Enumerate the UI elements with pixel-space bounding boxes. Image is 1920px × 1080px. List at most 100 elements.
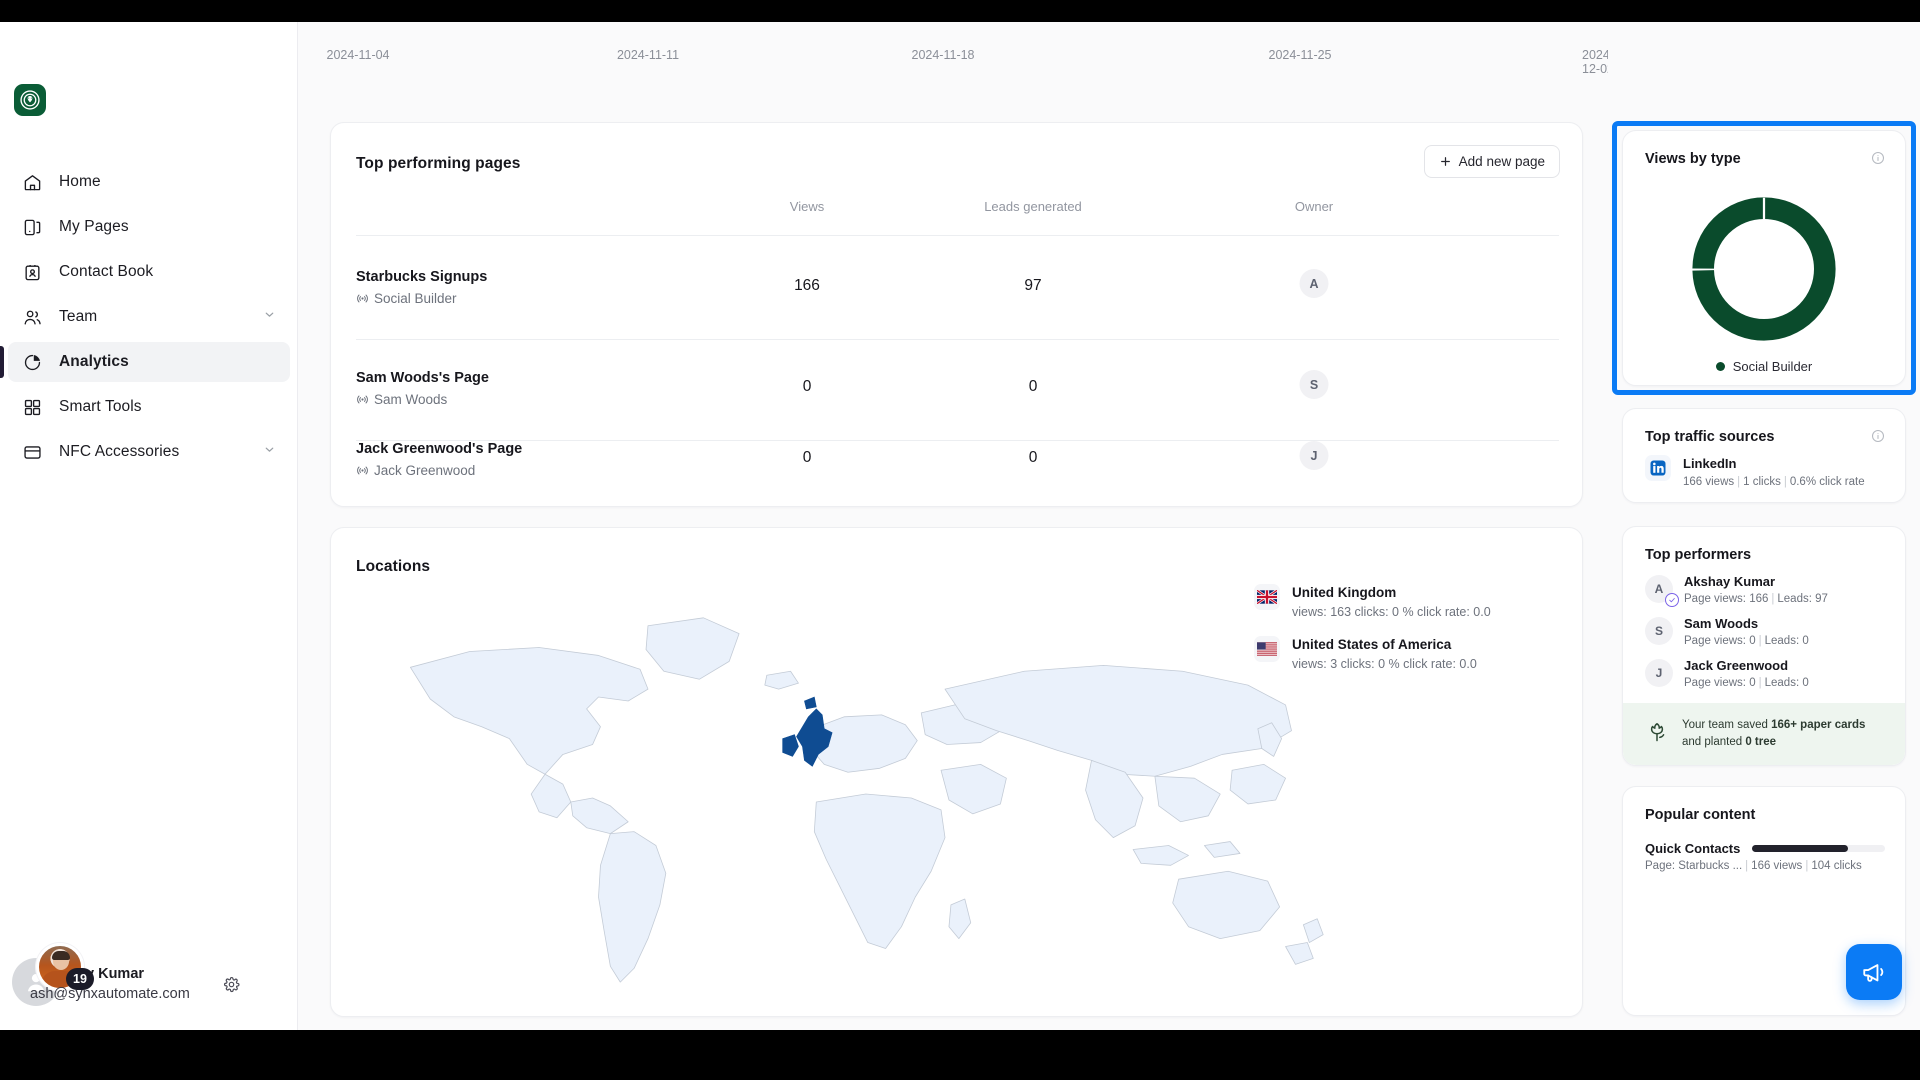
info-icon[interactable] xyxy=(1871,429,1885,448)
user-profile-block[interactable]: 19 y Kumar ash@synxautomate.com xyxy=(0,940,298,1018)
axis-tick-label: 2024-12-02 xyxy=(1582,48,1608,76)
performer-name: Akshay Kumar xyxy=(1684,574,1776,589)
world-map[interactable] xyxy=(351,588,1341,1008)
table-divider xyxy=(356,235,1559,236)
locations-card: Locations United Kingdom views: 163 clic… xyxy=(330,527,1583,1017)
views-value: 166 xyxy=(794,277,820,294)
world-map-svg xyxy=(410,617,1324,983)
grid-icon xyxy=(22,397,42,417)
table-row[interactable]: Starbucks Signups Social Builder 166 97 … xyxy=(331,253,1582,339)
add-new-page-button[interactable]: Add new page xyxy=(1423,145,1560,178)
eco-impact-text: Your team saved 166+ paper cards and pla… xyxy=(1682,718,1866,748)
page-name: Jack Greenwood's Page xyxy=(356,441,523,457)
sidebar-item-smart-tools[interactable]: Smart Tools xyxy=(8,387,290,427)
user-name: y Kumar xyxy=(86,966,145,982)
top-performers-title: Top performers xyxy=(1645,547,1752,563)
verified-badge-icon xyxy=(1665,593,1679,607)
gear-icon[interactable] xyxy=(223,976,240,998)
list-item[interactable]: LinkedIn 166 views | 1 clicks | 0.6% click r… xyxy=(1645,455,1865,488)
broadcast-icon xyxy=(357,395,368,404)
top-performers-card: Top performers A Akshay Kumar Page views… xyxy=(1622,526,1906,766)
page-owner-line: Social Builder xyxy=(356,291,457,306)
avatar: S xyxy=(1645,617,1673,645)
performer-name: Jack Greenwood xyxy=(1684,658,1789,673)
donut-chart[interactable] xyxy=(1684,189,1844,349)
info-icon[interactable] xyxy=(1871,151,1885,170)
owner-avatar[interactable]: J xyxy=(1299,441,1329,470)
progress-bar-fill xyxy=(1752,845,1848,852)
column-header-views: Views xyxy=(789,199,825,214)
list-item[interactable]: J Jack Greenwood Page views: 0 | Leads: 0 xyxy=(1645,657,1809,689)
sidebar-item-label: My Pages xyxy=(59,218,129,235)
top-performing-pages-card: Top performing pages Add new page Views … xyxy=(330,122,1583,507)
announcements-fab-button[interactable] xyxy=(1846,944,1902,1000)
views-value: 0 xyxy=(802,378,812,395)
page-title: Top performing pages xyxy=(356,155,521,172)
list-item[interactable]: A Akshay Kumar Page views: 166 | Leads: 97 xyxy=(1645,573,1828,607)
performer-stats: Page views: 0 | Leads: 0 xyxy=(1684,635,1809,647)
megaphone-icon xyxy=(1863,964,1884,982)
traffic-source-text: LinkedIn 166 views | 1 clicks | 0.6% click r… xyxy=(1683,455,1865,488)
broadcast-icon xyxy=(357,294,368,303)
screen: Home My Pages Contact Book Team Analytic… xyxy=(0,0,1920,1080)
avatar-initial: A xyxy=(1654,582,1664,596)
sidebar-nav: Home My Pages Contact Book Team Analytic… xyxy=(0,162,290,477)
owner-avatar[interactable]: S xyxy=(1299,370,1329,399)
brand-logo[interactable] xyxy=(14,84,46,116)
column-header-owner: Owner xyxy=(1294,199,1334,214)
traffic-source-name: LinkedIn xyxy=(1683,456,1737,471)
leads-value: 0 xyxy=(1028,378,1038,395)
chevron-down-icon[interactable] xyxy=(263,308,276,326)
donut-chart-svg xyxy=(1692,197,1836,341)
eco-impact-banner: Your team saved 166+ paper cards and pla… xyxy=(1623,703,1905,765)
legend-color-dot xyxy=(1715,362,1725,371)
sidebar-item-label: Home xyxy=(59,173,101,190)
page-owner-line: Jack Greenwood xyxy=(356,463,475,478)
performer-stats: Page views: 0 | Leads: 0 xyxy=(1684,677,1809,689)
legend-label: Social Builder xyxy=(1732,359,1813,374)
app-viewport: Home My Pages Contact Book Team Analytic… xyxy=(0,22,1920,1030)
sidebar-item-analytics[interactable]: Analytics xyxy=(0,342,290,382)
list-item[interactable]: S Sam Woods Page views: 0 | Leads: 0 xyxy=(1645,615,1809,647)
performer-text: Sam Woods Page views: 0 | Leads: 0 xyxy=(1684,615,1809,647)
table-row[interactable]: Jack Greenwood's Page Jack Greenwood 0 0… xyxy=(331,425,1582,511)
axis-tick-label: 2024-11-18 xyxy=(911,48,975,62)
card-icon xyxy=(22,442,42,462)
performer-name: Sam Woods xyxy=(1684,616,1759,631)
chart-axis-dates: 2024-11-04 2024-11-11 2024-11-18 2024-11… xyxy=(298,22,1608,76)
leads-value: 97 xyxy=(1024,277,1042,294)
progress-bar xyxy=(1752,845,1885,852)
page-name: Starbucks Signups xyxy=(356,269,488,285)
locations-title: Locations xyxy=(356,558,431,575)
sidebar-item-contact-book[interactable]: Contact Book xyxy=(8,252,290,292)
add-new-page-label: Add new page xyxy=(1458,154,1545,169)
views-by-type-title: Views by type xyxy=(1645,151,1741,167)
sidebar-item-label: NFC Accessories xyxy=(59,443,180,460)
page-owner-label: Social Builder xyxy=(374,291,457,306)
sidebar-item-home[interactable]: Home xyxy=(8,162,290,202)
sidebar-item-team[interactable]: Team xyxy=(8,297,290,337)
sidebar-item-my-pages[interactable]: My Pages xyxy=(8,207,290,247)
sidebar-item-nfc-accessories[interactable]: NFC Accessories xyxy=(8,432,290,472)
list-item[interactable]: Quick Contacts Page: Starbucks ... | 166 v… xyxy=(1645,841,1885,872)
tree-icon xyxy=(1645,720,1669,749)
main-content: 2024-11-04 2024-11-11 2024-11-18 2024-11… xyxy=(298,22,1608,1030)
popular-content-line: Quick Contacts xyxy=(1645,841,1885,856)
sidebar-item-label: Team xyxy=(59,308,98,325)
contact-book-icon xyxy=(22,262,42,282)
chevron-down-icon[interactable] xyxy=(263,443,276,461)
team-icon xyxy=(22,307,42,327)
top-traffic-sources-title: Top traffic sources xyxy=(1645,429,1775,445)
page-owner-label: Jack Greenwood xyxy=(374,463,476,478)
pages-icon xyxy=(22,217,42,237)
owner-avatar[interactable]: A xyxy=(1299,269,1329,298)
avatar-initial: S xyxy=(1654,624,1663,638)
avatar: J xyxy=(1645,659,1673,687)
content-stats: Page: Starbucks ... | 166 views | 104 clicks xyxy=(1645,860,1862,872)
popular-content-title: Popular content xyxy=(1645,807,1756,823)
axis-tick-label: 2024-11-11 xyxy=(616,48,680,62)
linkedin-icon xyxy=(1645,455,1671,481)
performer-text: Akshay Kumar Page views: 166 | Leads: 97 xyxy=(1684,573,1828,605)
axis-tick-label: 2024-11-04 xyxy=(326,48,390,62)
content-name: Quick Contacts xyxy=(1645,841,1741,856)
